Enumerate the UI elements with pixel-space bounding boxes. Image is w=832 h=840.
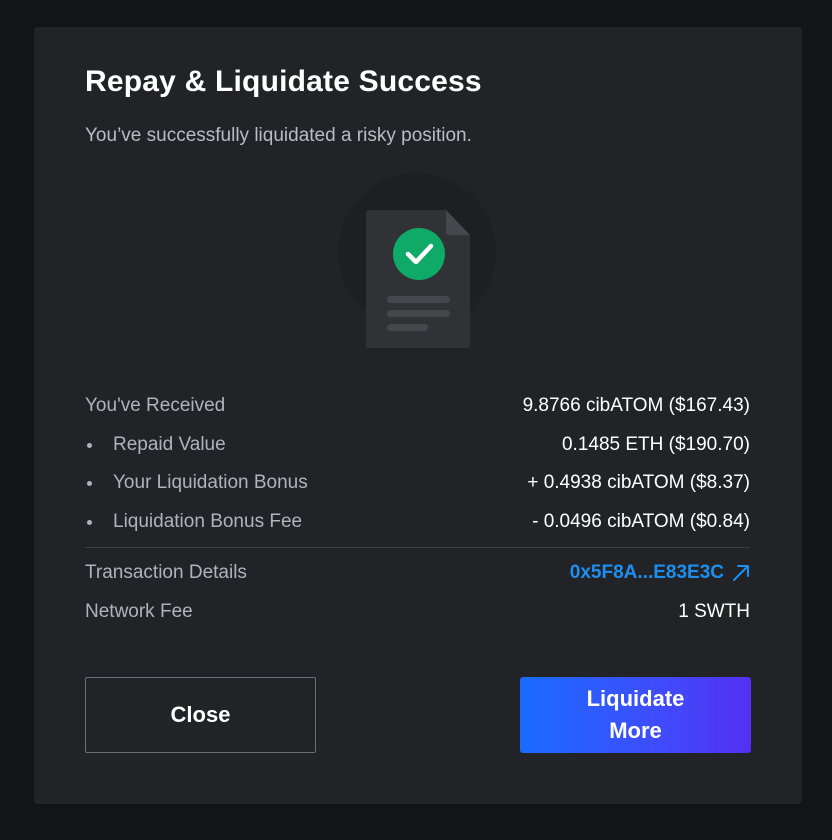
repaid-value-label: Repaid Value — [113, 433, 226, 455]
liquidation-bonus-amount: + 0.4938 cibATOM ($8.37) — [527, 472, 750, 494]
received-value: 9.8766 cibATOM ($167.43) — [522, 395, 750, 417]
transaction-hash-link[interactable]: 0x5F8A...E83E3C — [570, 562, 750, 584]
bullet — [87, 481, 92, 487]
network-fee-value: 1 SWTH — [678, 600, 750, 622]
liquidation-bonus-fee-row: Liquidation Bonus Fee - 0.0496 cibATOM (… — [85, 503, 750, 542]
bullet — [87, 519, 92, 525]
liquidate-more-button[interactable]: Liquidate More — [520, 677, 751, 753]
document-success-icon — [338, 173, 496, 348]
modal-title: Repay & Liquidate Success — [85, 65, 482, 98]
close-button[interactable]: Close — [85, 677, 316, 753]
liquidation-success-modal: Repay & Liquidate Success You’ve success… — [34, 27, 802, 804]
liquidation-summary: You've Received 9.8766 cibATOM ($167.43)… — [85, 387, 750, 631]
liquidation-bonus-label: Your Liquidation Bonus — [113, 472, 308, 494]
arrow-up-right-icon — [733, 565, 749, 582]
liquidation-bonus-fee-label: Liquidation Bonus Fee — [113, 510, 303, 532]
divider — [85, 547, 750, 548]
bullet — [87, 442, 92, 448]
received-row: You've Received 9.8766 cibATOM ($167.43) — [85, 387, 750, 426]
transaction-details-row: Transaction Details 0x5F8A...E83E3C — [85, 554, 750, 593]
success-check-icon — [393, 228, 445, 280]
network-fee-row: Network Fee 1 SWTH — [85, 593, 750, 632]
network-fee-label: Network Fee — [85, 600, 193, 622]
modal-subtitle: You’ve successfully liquidated a risky p… — [85, 125, 472, 146]
transaction-details-label: Transaction Details — [85, 562, 247, 584]
liquidation-bonus-row: Your Liquidation Bonus + 0.4938 cibATOM … — [85, 464, 750, 503]
transaction-hash: 0x5F8A...E83E3C — [569, 562, 724, 584]
liquidation-bonus-fee-amount: - 0.0496 cibATOM ($0.84) — [532, 510, 750, 532]
received-label: You've Received — [85, 395, 226, 417]
repaid-value-amount: 0.1485 ETH ($190.70) — [561, 433, 750, 455]
repaid-value-row: Repaid Value 0.1485 ETH ($190.70) — [85, 426, 750, 465]
